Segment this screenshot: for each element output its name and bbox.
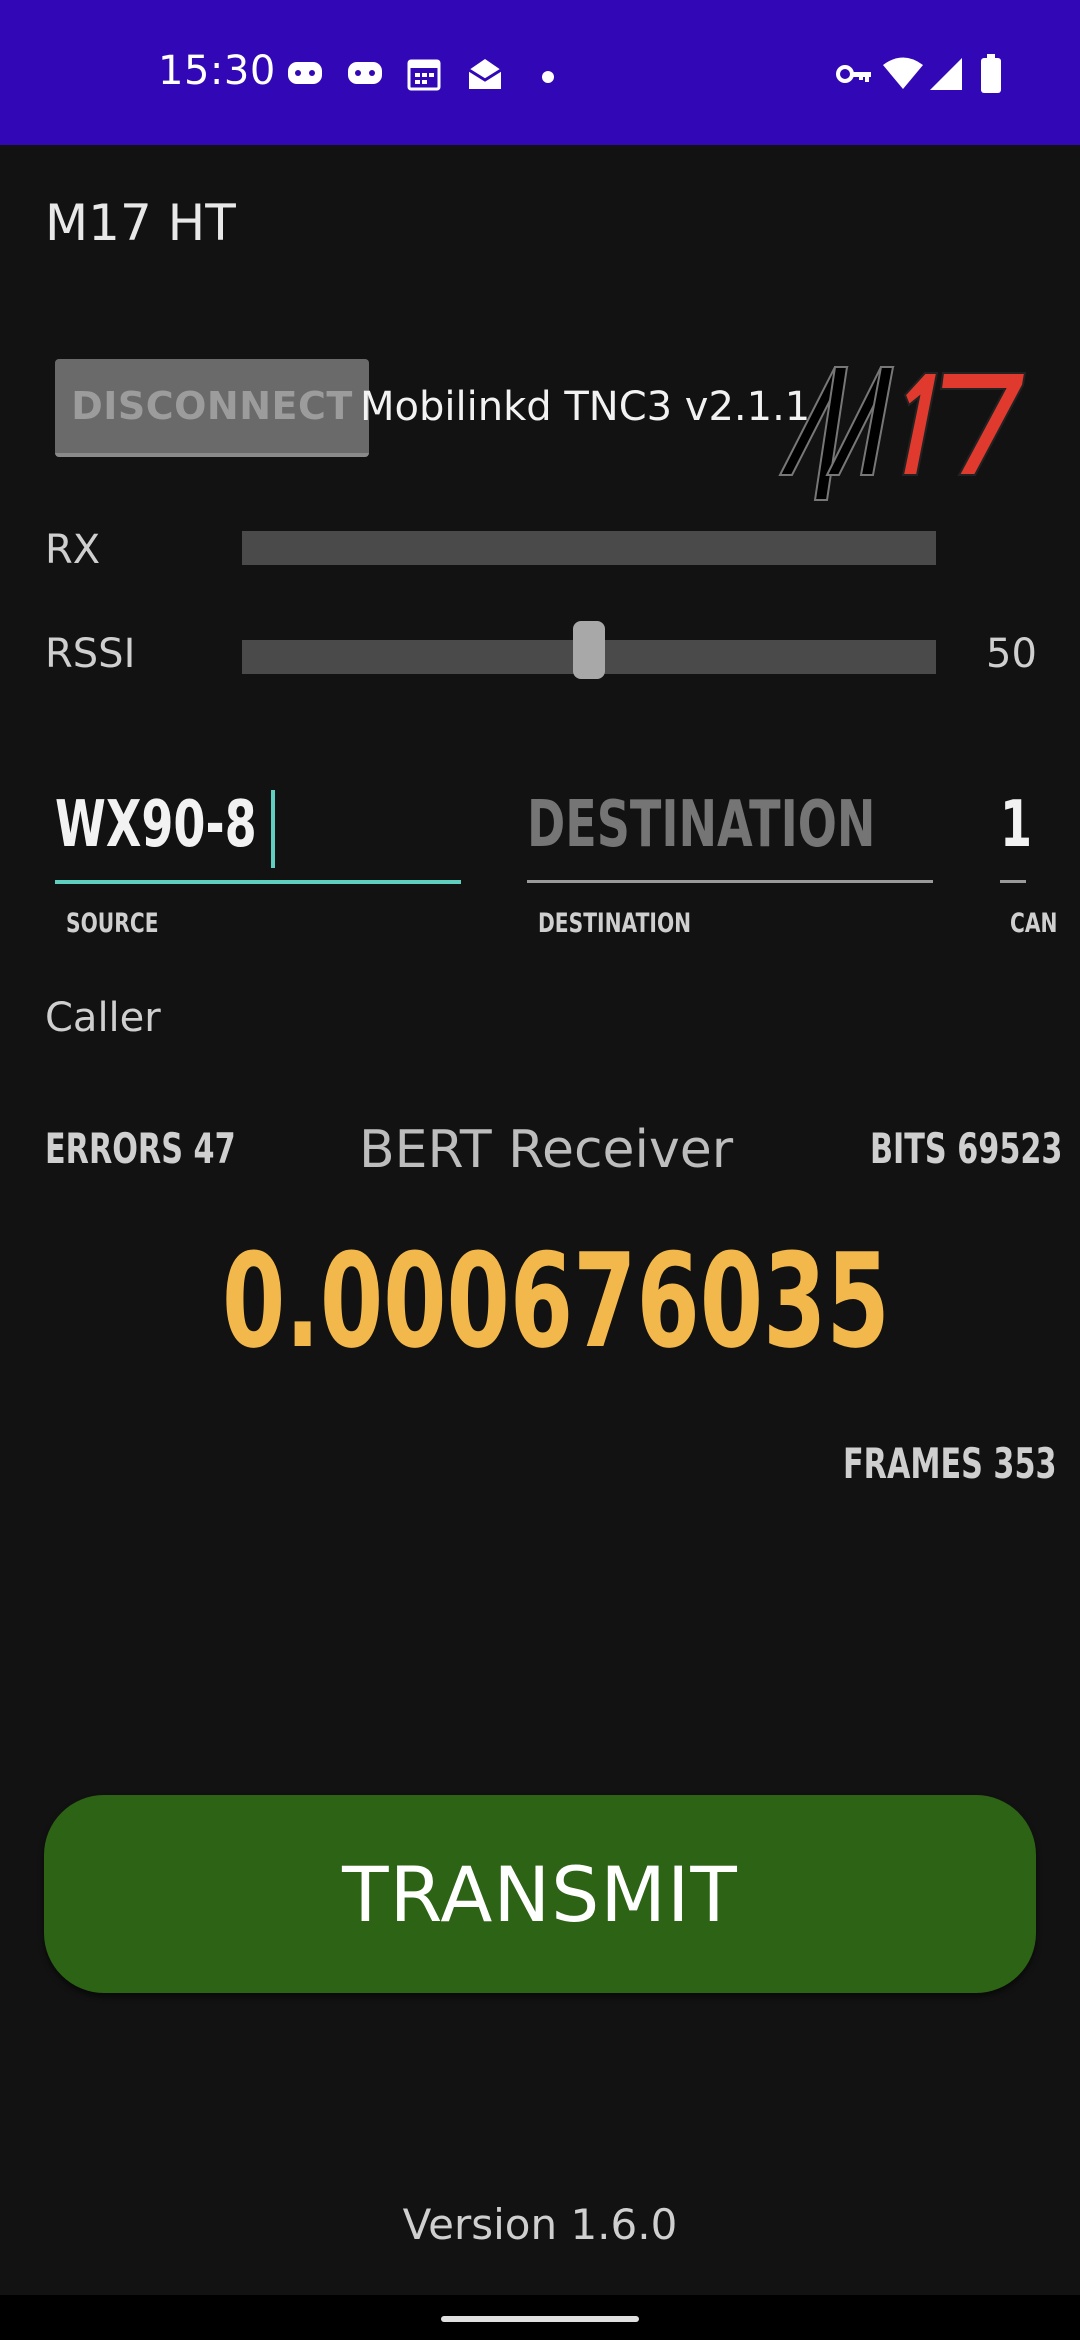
status-time: 15:30 — [158, 48, 276, 94]
transmit-button[interactable]: TRANSMIT — [44, 1795, 1036, 1993]
can-input[interactable] — [1000, 780, 1072, 870]
rssi-value: 50 — [986, 631, 1037, 677]
bit-error-rate-value: 0.000676035 — [222, 1225, 890, 1377]
signal-icon — [928, 56, 964, 96]
text-cursor — [271, 790, 275, 868]
bert-errors: ERRORS 47 — [45, 1124, 236, 1173]
destination-input[interactable] — [527, 780, 931, 870]
rssi-slider-thumb[interactable] — [573, 621, 605, 679]
bert-bits: BITS 69523 — [870, 1124, 1063, 1173]
m17-logo — [775, 355, 1035, 505]
rx-label: RX — [45, 527, 101, 573]
app-title: M17 HT — [45, 194, 236, 252]
status-bar: 15:30 — [0, 0, 1080, 145]
source-input[interactable] — [55, 780, 459, 870]
destination-caption: DESTINATION — [538, 908, 692, 939]
can-underline — [1000, 880, 1026, 883]
disconnect-button[interactable]: DISCONNECT — [55, 359, 369, 457]
mail-open-icon — [466, 56, 504, 96]
bert-receiver-title: BERT Receiver — [359, 1120, 734, 1180]
rssi-label: RSSI — [45, 631, 136, 677]
dot-icon — [542, 68, 554, 87]
source-caption: SOURCE — [66, 908, 159, 939]
caller-label: Caller — [45, 995, 161, 1041]
rx-level-bar — [242, 531, 936, 565]
calendar-icon — [406, 56, 442, 96]
source-underline — [55, 880, 461, 884]
game-controller-icon — [346, 56, 384, 96]
battery-icon — [980, 54, 1002, 98]
can-caption: CAN — [1010, 908, 1058, 939]
destination-underline — [527, 880, 933, 883]
wifi-icon — [882, 56, 924, 96]
logo-17-mark — [901, 372, 1027, 476]
vpn-key-icon — [834, 56, 874, 96]
version-label: Version 1.6.0 — [402, 2200, 678, 2249]
bert-frames: FRAMES 353 — [843, 1439, 1057, 1488]
game-controller-icon — [286, 56, 324, 96]
home-gesture-handle[interactable] — [441, 2316, 639, 2322]
device-name: Mobilinkd TNC3 v2.1.1 — [360, 384, 811, 430]
logo-m-mark — [778, 366, 895, 501]
